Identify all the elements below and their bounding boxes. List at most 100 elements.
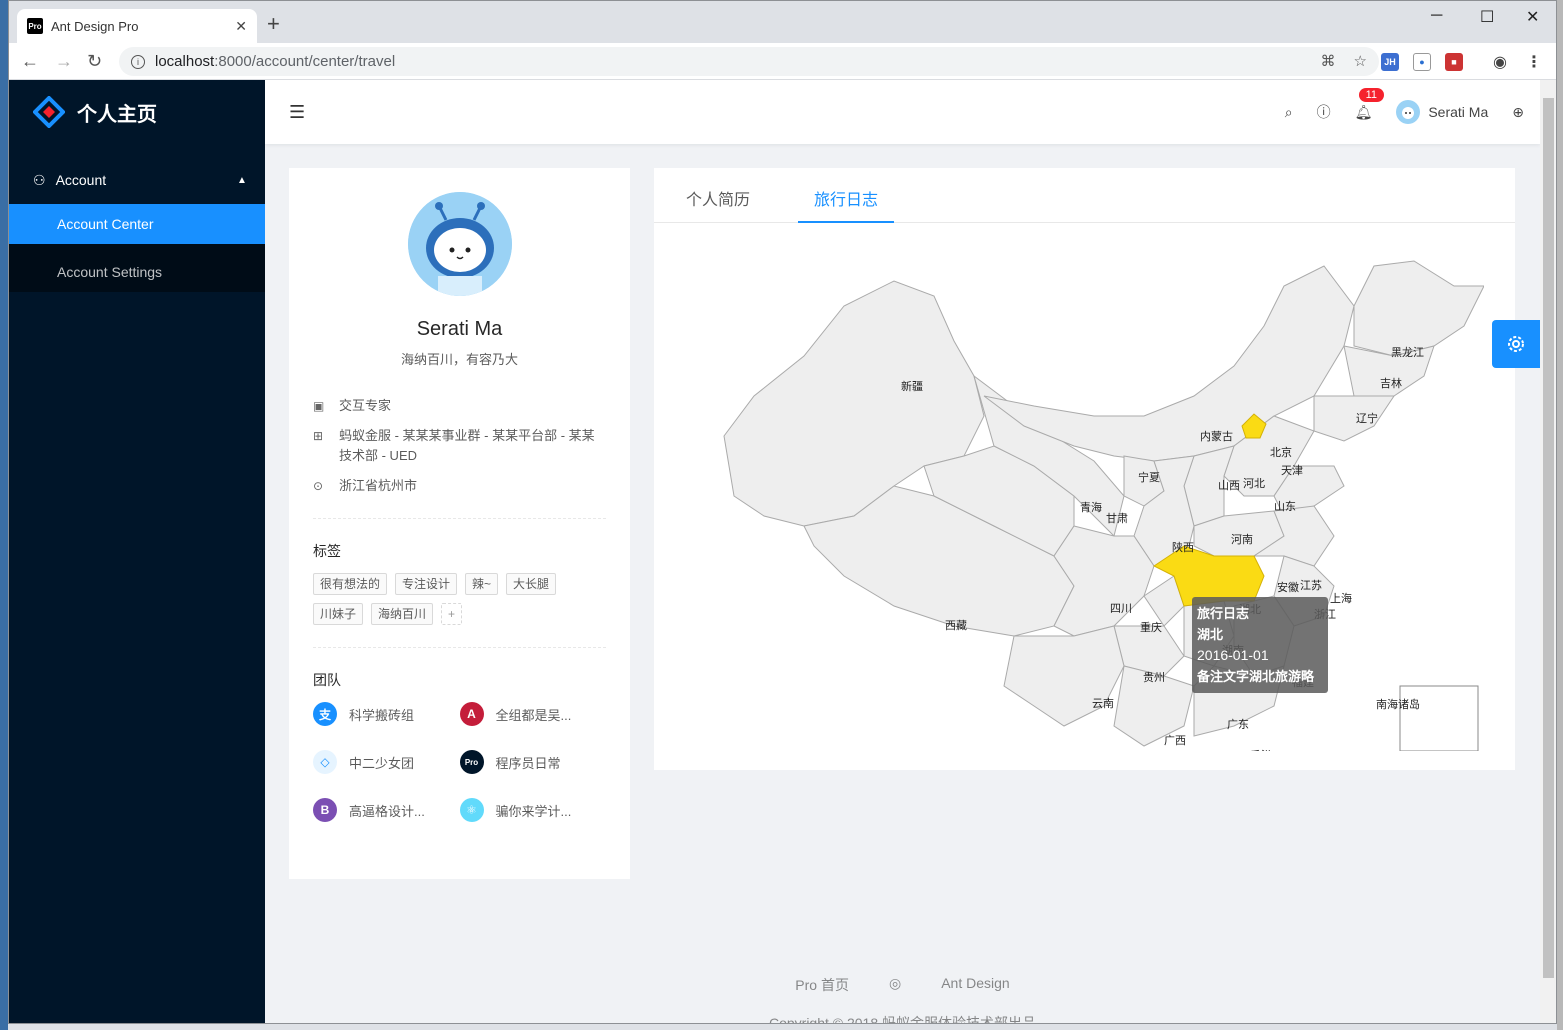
react-icon: ⚛ bbox=[459, 798, 484, 822]
footer-link-antd[interactable]: Ant Design bbox=[941, 975, 1009, 995]
menu-item-account-settings[interactable]: Account Settings bbox=[9, 252, 265, 292]
team-name: 全组都是吴... bbox=[495, 707, 572, 723]
page-viewport: 个人主页 ⚇ Account ▲ Account Center Account … bbox=[9, 80, 1540, 1023]
team-item[interactable]: B 高逼格设计... bbox=[313, 798, 460, 822]
extension-globe-icon[interactable]: ● bbox=[1413, 53, 1431, 71]
ant-design-logo-icon bbox=[33, 96, 65, 128]
team-item[interactable]: Pro 程序员日常 bbox=[459, 750, 607, 774]
menu-fold-icon[interactable]: ☰ bbox=[289, 102, 305, 123]
label-shaanxi: 陕西 bbox=[1172, 540, 1194, 554]
team-item[interactable]: ⚛ 骗你来学计... bbox=[459, 798, 607, 822]
user-menu[interactable]: Serati Ma bbox=[1384, 100, 1500, 124]
map-tooltip: 旅行日志 湖北 2016-01-01 备注文字湖北旅游略 bbox=[1192, 597, 1328, 693]
label-beijing: 北京 bbox=[1270, 445, 1292, 459]
label-anhui: 安徽 bbox=[1277, 580, 1299, 594]
add-tag-button[interactable]: + bbox=[441, 603, 463, 625]
desktop-edge-right bbox=[1557, 0, 1563, 1030]
tab-travel-log[interactable]: 旅行日志 bbox=[798, 168, 895, 223]
location-icon: ⊙ bbox=[313, 479, 324, 493]
team-name: 程序员日常 bbox=[495, 755, 561, 771]
tooltip-province: 湖北 bbox=[1197, 627, 1224, 642]
scrollbar-thumb[interactable] bbox=[1543, 98, 1554, 978]
tab-resume[interactable]: 个人简历 bbox=[670, 168, 766, 222]
close-tab-icon[interactable]: ✕ bbox=[235, 18, 247, 35]
alipay-icon: 支 bbox=[313, 702, 337, 726]
label-nanhai: 南海诸岛 bbox=[1376, 697, 1420, 711]
profile-avatar bbox=[407, 192, 512, 296]
notification-bell-icon[interactable]: 🔔︎ 11 bbox=[1343, 87, 1385, 121]
bootstrap-icon: B bbox=[313, 798, 337, 822]
team-item[interactable]: ◇ 中二少女团 bbox=[313, 750, 460, 774]
label-jiangsu: 江苏 bbox=[1300, 579, 1322, 592]
profile-signature: 海纳百川，有容乃大 bbox=[400, 352, 518, 367]
setting-drawer-button[interactable] bbox=[1492, 320, 1540, 368]
desktop-edge bbox=[0, 0, 8, 1030]
label-hebei: 河北 bbox=[1243, 477, 1265, 490]
language-globe-icon[interactable]: ⊕ bbox=[1500, 104, 1540, 121]
label-jilin: 吉林 bbox=[1380, 376, 1402, 390]
setting-gear-icon bbox=[1508, 336, 1524, 352]
browser-toolbar: ← → ↻ i localhost:8000/account/center/tr… bbox=[9, 43, 1556, 80]
label-guangxi: 广西 bbox=[1164, 734, 1186, 747]
back-icon[interactable]: ← bbox=[21, 51, 39, 71]
maximize-icon[interactable]: ☐ bbox=[1480, 7, 1494, 27]
label-ningxia: 宁夏 bbox=[1138, 470, 1160, 484]
label-hongkong: 香港 bbox=[1250, 749, 1272, 751]
label-sichuan: 四川 bbox=[1110, 603, 1132, 615]
address-bar[interactable]: i localhost:8000/account/center/travel ⌘… bbox=[119, 47, 1379, 76]
forward-icon[interactable]: → bbox=[55, 51, 73, 71]
minimize-icon[interactable]: ─ bbox=[1431, 7, 1442, 25]
label-chongqing: 重庆 bbox=[1140, 620, 1162, 634]
bookmark-star-icon[interactable]: ☆ bbox=[1354, 52, 1367, 70]
close-window-icon[interactable]: ✕ bbox=[1526, 7, 1539, 27]
menu-item-account-center[interactable]: Account Center bbox=[9, 204, 265, 244]
help-icon[interactable]: ⓘ bbox=[1305, 102, 1343, 122]
divider bbox=[313, 518, 606, 519]
menu-account[interactable]: ⚇ Account ▲ bbox=[9, 160, 265, 200]
profile-icon[interactable]: ◉ bbox=[1491, 53, 1509, 71]
province-yunnan bbox=[1003, 625, 1125, 727]
menu-item-label: Account Center bbox=[57, 216, 154, 232]
tag[interactable]: 海纳百川 bbox=[371, 603, 434, 625]
label-guangdong: 广东 bbox=[1227, 718, 1249, 731]
site-info-icon[interactable]: i bbox=[131, 54, 145, 69]
search-icon[interactable]: ⌕ bbox=[1273, 104, 1305, 121]
tag[interactable]: 辣~ bbox=[465, 573, 499, 595]
browser-window: Pro Ant Design Pro ✕ + ─ ☐ ✕ ← → ↻ i loc… bbox=[8, 0, 1557, 1024]
github-icon[interactable]: ◎ bbox=[889, 975, 901, 995]
label-guizhou: 贵州 bbox=[1143, 671, 1165, 684]
ant-design-icon: ◇ bbox=[313, 750, 337, 774]
chevron-up-icon: ▲ bbox=[237, 174, 247, 186]
tag[interactable]: 大长腿 bbox=[506, 573, 557, 595]
new-tab-button[interactable]: + bbox=[267, 13, 280, 35]
tags-title: 标签 bbox=[313, 543, 341, 559]
team-item[interactable]: 支科学搬砖组 bbox=[313, 702, 460, 726]
team-item[interactable]: A 全组都是吴... bbox=[459, 702, 607, 726]
tab-card: 个人简历 旅行日志 黑龙江 吉林 辽宁 新疆 内蒙古 北京 天津 宁夏 山西 河… bbox=[654, 168, 1515, 770]
china-map[interactable]: 黑龙江 吉林 辽宁 新疆 内蒙古 北京 天津 宁夏 山西 河北 青海 甘肃 山东… bbox=[694, 246, 1484, 751]
tag-list: 很有想法的 专注设计 辣~ 大长腿 川妹子 海纳百川 + bbox=[313, 573, 606, 625]
tag[interactable]: 很有想法的 bbox=[313, 573, 388, 595]
tab-strip: Pro Ant Design Pro ✕ + ─ ☐ ✕ bbox=[9, 1, 1556, 43]
ant-design-pro-icon: Pro bbox=[459, 750, 484, 774]
url-host: localhost bbox=[155, 53, 215, 70]
logo[interactable]: 个人主页 bbox=[9, 80, 265, 144]
extension-jh-icon[interactable]: JH bbox=[1381, 53, 1399, 71]
profile-group: 蚂蚁金服 - 某某某事业群 - 某某平台部 - 某某技术部 - UED bbox=[339, 428, 595, 463]
label-qinghai: 青海 bbox=[1080, 500, 1102, 514]
menu-dots-icon[interactable]: ⋮ bbox=[1525, 53, 1543, 71]
extension-red-icon[interactable]: ■ bbox=[1445, 53, 1463, 71]
reload-icon[interactable]: ↻ bbox=[87, 51, 102, 71]
contacts-icon: ▣ bbox=[313, 399, 325, 413]
divider bbox=[313, 647, 606, 648]
tag[interactable]: 专注设计 bbox=[395, 573, 458, 595]
translate-icon[interactable]: ⌘ bbox=[1321, 52, 1336, 70]
tab-title: Ant Design Pro bbox=[51, 18, 139, 34]
page-scrollbar[interactable] bbox=[1540, 80, 1556, 1023]
tag[interactable]: 川妹子 bbox=[313, 603, 364, 625]
label-tianjin: 天津 bbox=[1281, 464, 1303, 477]
menu-item-label: Account Settings bbox=[57, 264, 163, 280]
browser-tab[interactable]: Pro Ant Design Pro ✕ bbox=[17, 9, 257, 43]
logo-title: 个人主页 bbox=[77, 103, 157, 126]
footer-link-pro[interactable]: Pro 首页 bbox=[795, 975, 849, 995]
